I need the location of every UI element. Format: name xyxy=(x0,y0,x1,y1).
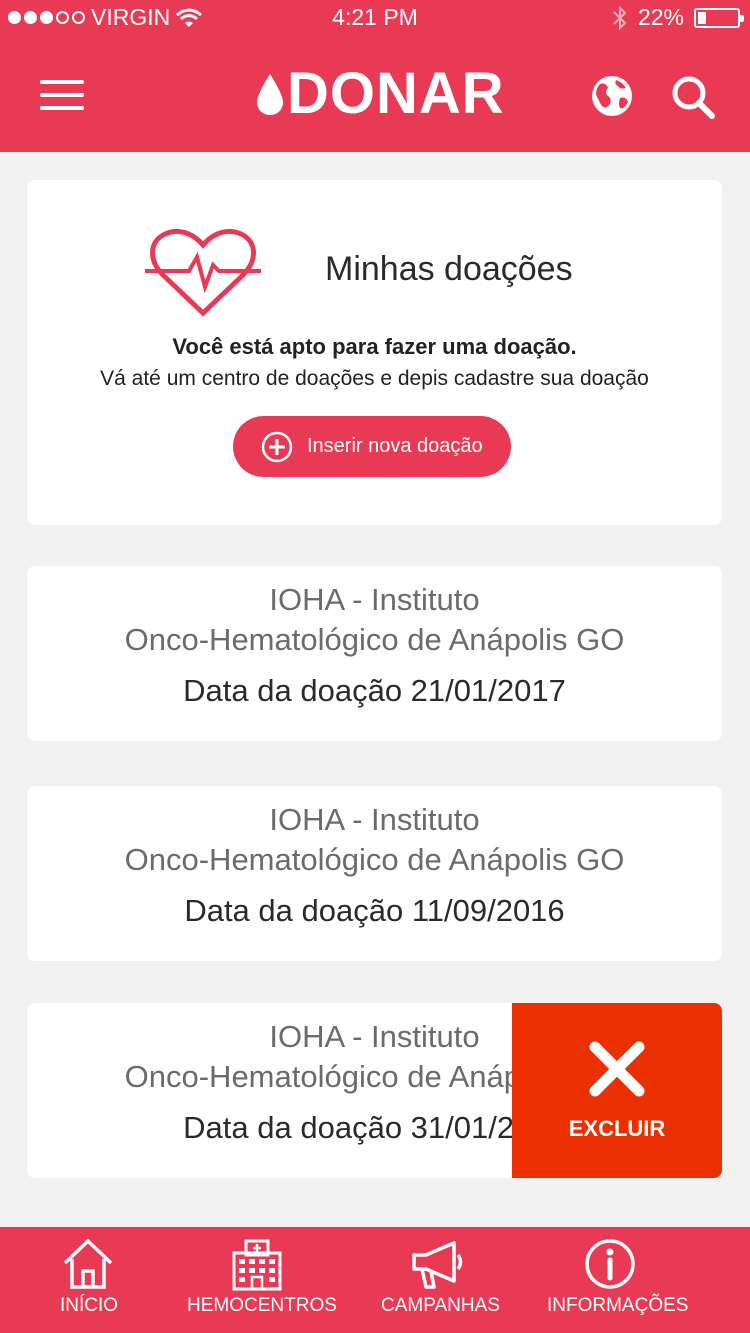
search-icon[interactable] xyxy=(670,74,716,120)
tab-hemocentros[interactable]: HEMOCENTROS xyxy=(186,1227,337,1333)
donation-date: Data da doação 21/01/2017 xyxy=(183,673,566,708)
tab-informacoes-label: INFORMAÇÕES xyxy=(547,1295,689,1316)
megaphone-icon xyxy=(412,1241,463,1289)
close-icon xyxy=(589,1041,645,1097)
donation-center-name: IOHA - Instituto xyxy=(269,582,480,617)
tab-hemocentros-label: HEMOCENTROS xyxy=(187,1295,337,1316)
donation-date: Data da doação 11/09/2016 xyxy=(184,893,565,928)
donation-center-name-line2: Onco-Hematológico de Anápolis GO xyxy=(124,842,625,877)
add-donation-label: Inserir nova doação xyxy=(307,435,483,457)
home-icon xyxy=(63,1239,113,1289)
device-status: 22% xyxy=(612,4,744,31)
tab-home[interactable]: INÍCIO xyxy=(40,1227,136,1333)
info-icon xyxy=(585,1239,635,1289)
menu-icon[interactable] xyxy=(40,80,84,110)
add-donation-button[interactable]: Inserir nova doação xyxy=(233,416,511,477)
delete-label: EXCLUIR xyxy=(568,1116,666,1141)
tab-home-label: INÍCIO xyxy=(60,1295,119,1316)
app-logo: DONAR xyxy=(255,64,505,124)
status-bar: VIRGIN 4:21 PM 22% xyxy=(0,0,750,32)
donation-item[interactable]: IOHA - Instituto Onco-Hematológico de An… xyxy=(27,786,722,961)
delete-button[interactable]: EXCLUIR xyxy=(512,1003,722,1178)
bottom-tab-bar: INÍCIO HEMOCENTROS CAMPANHAS INFORMAÇÕES xyxy=(0,1227,750,1333)
donation-center-name: IOHA - Instituto xyxy=(269,802,480,837)
plus-circle-icon xyxy=(261,431,293,462)
tab-campanhas[interactable]: CAMPANHAS xyxy=(380,1227,500,1333)
my-donations-card: Minhas doações Você está apto para fazer… xyxy=(27,180,722,525)
bluetooth-icon xyxy=(613,5,627,30)
battery-percent: 22% xyxy=(637,4,684,30)
tab-informacoes[interactable]: INFORMAÇÕES xyxy=(546,1227,688,1333)
battery-icon xyxy=(694,7,744,28)
heartbeat-icon xyxy=(145,228,261,317)
globe-icon[interactable] xyxy=(590,74,634,118)
donation-center-name-line2: Onco-Hematológico de Anápolis GO xyxy=(124,622,625,657)
page-title: Minhas doações xyxy=(325,250,573,288)
app-header: VIRGIN 4:21 PM 22% DONAR xyxy=(0,0,750,152)
hospital-icon xyxy=(232,1239,282,1291)
eligibility-message: Você está apto para fazer uma doação. xyxy=(172,334,577,359)
tab-campanhas-label: CAMPANHAS xyxy=(381,1295,500,1316)
blood-drop-icon xyxy=(257,74,283,115)
instruction-text: Vá até um centro de doações e depis cada… xyxy=(100,367,649,390)
donation-item[interactable]: IOHA - Instituto Onco-Hematológico de An… xyxy=(27,566,722,741)
logo-text: DONAR xyxy=(287,61,505,126)
